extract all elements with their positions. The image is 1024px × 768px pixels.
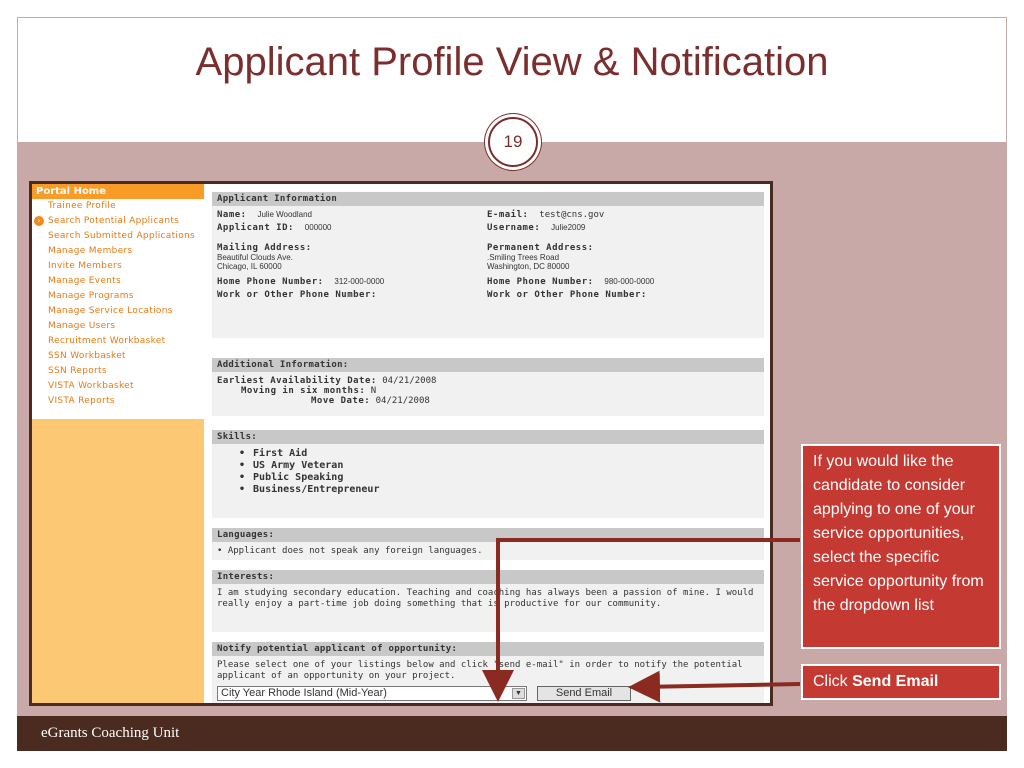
permanent-address-line2: Washington, DC 80000 [487,262,570,271]
earliest-availability-value: 04/21/2008 [382,376,437,386]
notify-body: Please select one of your listings below… [212,656,764,703]
interests-text: I am studying secondary education. Teach… [217,588,754,609]
name-label: Name: [217,210,247,220]
applicant-info-body: Name: Julie Woodland E-mail: test@cns.go… [212,206,764,338]
home-phone-label: Home Phone Number: [217,277,324,287]
mailing-address-line1: Beautiful Clouds Ave. [217,253,293,262]
name-value: Julie Woodland [257,210,312,219]
skill-item: Business/Entrepreneur [239,484,759,496]
notify-instructions: Please select one of your listings below… [217,660,743,681]
sidebar-item-vista-reports[interactable]: VISTA Reports [32,394,204,409]
skills-body: First Aid US Army Veteran Public Speakin… [212,444,764,518]
sidebar-item-label: Search Potential Applicants [48,216,180,226]
sidebar-item-ssn-workbasket[interactable]: SSN Workbasket [32,349,204,364]
mailing-address-label: Mailing Address: [217,243,312,253]
chevron-down-icon[interactable]: ▼ [512,688,525,699]
callout-send-email: Click Send Email [801,664,1001,700]
sidebar-header-portal-home[interactable]: Portal Home [32,184,204,199]
slide-number-badge: 19 [488,117,538,167]
callout-send-bold: Send Email [852,673,939,690]
additional-info-body: Earliest Availability Date: 04/21/2008 M… [212,372,764,416]
skills-list: First Aid US Army Veteran Public Speakin… [217,448,759,496]
sidebar-item-vista-workbasket[interactable]: VISTA Workbasket [32,379,204,394]
applicant-content: Applicant Information Name: Julie Woodla… [212,192,764,703]
skill-item: Public Speaking [239,472,759,484]
permanent-address-label: Permanent Address: [487,243,594,253]
section-header-additional-info: Additional Information: [212,358,764,372]
perm-home-phone-label: Home Phone Number: [487,277,594,287]
move-date-label: Move Date: [311,396,371,406]
sidebar-item-manage-events[interactable]: Manage Events [32,274,204,289]
sidebar-item-recruitment-workbasket[interactable]: Recruitment Workbasket [32,334,204,349]
send-email-button[interactable]: Send Email [537,686,631,701]
sidebar-item-search-potential-applicants[interactable]: › Search Potential Applicants [32,214,204,229]
screenshot-panel: Portal Home Trainee Profile › Search Pot… [29,181,773,706]
username-value: Julie2009 [551,223,586,232]
slide-title: Applicant Profile View & Notification [195,40,829,84]
applicant-id-value: 000000 [304,223,332,232]
sidebar-item-manage-programs[interactable]: Manage Programs [32,289,204,304]
sidebar-item-invite-members[interactable]: Invite Members [32,259,204,274]
perm-home-phone-value: 980-000-0000 [604,277,655,286]
callout-send-prefix: Click [813,673,853,690]
sidebar-item-manage-members[interactable]: Manage Members [32,244,204,259]
mailing-address-line2: Chicago, IL 60000 [217,262,282,271]
portal-sidebar: Portal Home Trainee Profile › Search Pot… [32,184,204,703]
email-label: E-mail: [487,210,529,220]
callout-dropdown-tip: If you would like the candidate to consi… [801,444,1001,649]
home-phone-value: 312-000-0000 [334,277,385,286]
slide-footer: eGrants Coaching Unit [17,716,1007,751]
listing-dropdown[interactable]: City Year Rhode Island (Mid-Year) ▼ [217,686,527,701]
sidebar-item-trainee-profile[interactable]: Trainee Profile [32,199,204,214]
section-header-skills: Skills: [212,430,764,444]
sidebar-item-manage-service-locations[interactable]: Manage Service Locations [32,304,204,319]
languages-text: • Applicant does not speak any foreign l… [217,546,483,556]
listing-dropdown-value: City Year Rhode Island (Mid-Year) [221,687,387,699]
skill-item: US Army Veteran [239,460,759,472]
sidebar-item-manage-users[interactable]: Manage Users [32,319,204,334]
email-value: test@cns.gov [539,210,605,220]
moving-label: Moving in six months: [241,386,366,396]
applicant-id-label: Applicant ID: [217,223,294,233]
move-date-value: 04/21/2008 [375,396,430,406]
moving-value: N [370,386,377,396]
section-header-notify: Notify potential applicant of opportunit… [212,642,764,656]
work-phone-label: Work or Other Phone Number: [217,290,377,300]
perm-work-phone-label: Work or Other Phone Number: [487,290,647,300]
section-header-interests: Interests: [212,570,764,584]
sidebar-item-search-submitted-applications[interactable]: Search Submitted Applications [32,229,204,244]
languages-body: • Applicant does not speak any foreign l… [212,542,764,560]
username-label: Username: [487,223,541,233]
section-header-languages: Languages: [212,528,764,542]
section-header-applicant-info: Applicant Information [212,192,764,206]
arrow-bullet-icon: › [34,216,44,226]
permanent-address-line1: .Smiling Trees Road [487,253,560,262]
earliest-availability-label: Earliest Availability Date: [217,376,377,386]
interests-body: I am studying secondary education. Teach… [212,584,764,632]
skill-item: First Aid [239,448,759,460]
sidebar-item-ssn-reports[interactable]: SSN Reports [32,364,204,379]
